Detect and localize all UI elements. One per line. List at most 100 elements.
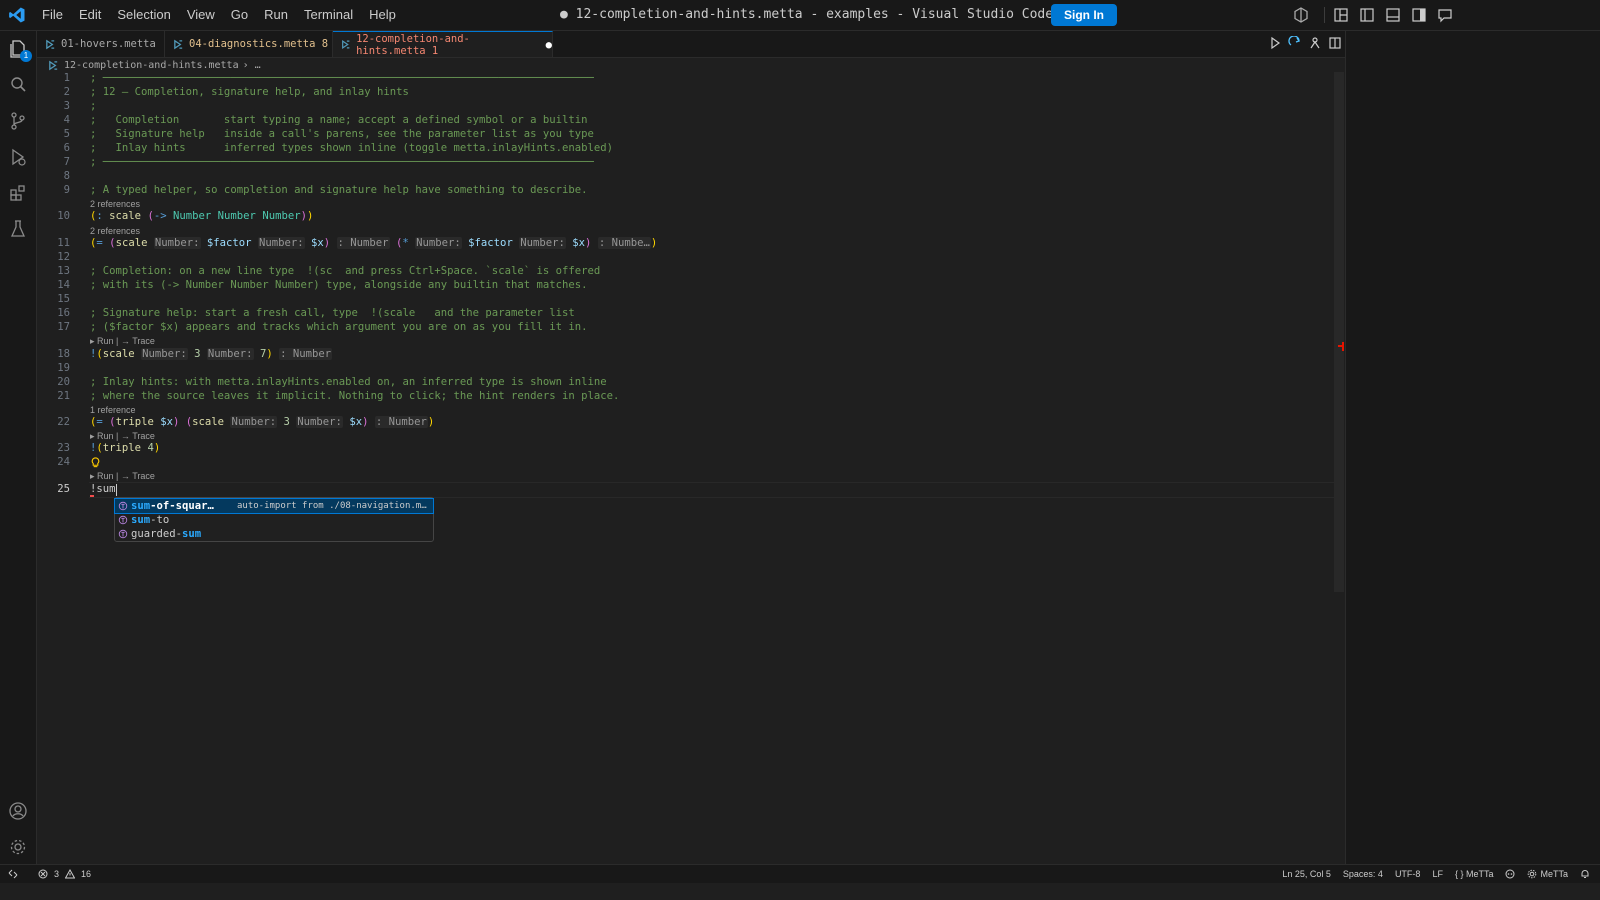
run-file-icon[interactable] <box>1268 36 1282 50</box>
code-lens-references[interactable]: 2 references <box>90 199 140 209</box>
code-line: ; <box>90 100 97 112</box>
toggle-panel-icon[interactable] <box>1384 6 1402 24</box>
toggle-primary-sidebar-icon[interactable] <box>1358 6 1376 24</box>
code-line: (= (scale Number: $factor Number: $x) : … <box>90 237 658 249</box>
language-mode[interactable]: { } MeTTa <box>1455 869 1494 879</box>
explorer-button[interactable]: 1 <box>0 31 36 67</box>
menu-file[interactable]: File <box>34 0 71 30</box>
function-icon <box>118 501 128 511</box>
run-debug-button[interactable] <box>0 139 36 175</box>
code-lens-run-trace[interactable]: ▸ Run | → Trace <box>90 336 155 347</box>
title-separator <box>1324 7 1325 23</box>
line-number: 7 <box>63 156 70 168</box>
menu-run[interactable]: Run <box>256 0 296 30</box>
code-lens-references[interactable]: 2 references <box>90 226 140 236</box>
menu-edit[interactable]: Edit <box>71 0 109 30</box>
code-line: ; Signature help inside a call's parens,… <box>90 128 594 140</box>
copilot-status-icon[interactable] <box>1505 869 1515 879</box>
code-line: ; ──────────────────────────────────────… <box>90 156 594 168</box>
metta-file-icon <box>49 60 58 70</box>
code-lens-run-trace[interactable]: ▸ Run | → Trace <box>90 471 155 482</box>
editor-scrollbar[interactable] <box>1334 72 1344 592</box>
extensions-button[interactable] <box>0 175 36 211</box>
code-lens-run-trace[interactable]: ▸ Run | → Trace <box>90 431 155 442</box>
compare-icon[interactable] <box>1308 36 1322 50</box>
dirty-indicator-icon[interactable]: ● <box>546 39 552 51</box>
breadcrumb-file[interactable]: 12-completion-and-hints.metta <box>64 60 239 71</box>
toggle-secondary-sidebar-icon[interactable] <box>1410 6 1428 24</box>
search-button[interactable] <box>0 67 36 103</box>
code-editor[interactable]: 1 2 3 4 5 6 7 8 9 10 11 12 13 14 15 16 1… <box>37 72 1372 882</box>
source-control-button[interactable] <box>0 103 36 139</box>
copilot-icon[interactable] <box>1292 6 1310 24</box>
line-number: 18 <box>57 348 70 360</box>
line-number: 25 <box>57 483 70 495</box>
tab-completion-and-hints[interactable]: 12-completion-and-hints.metta 1 ● <box>333 31 553 57</box>
accounts-button[interactable] <box>0 793 36 829</box>
error-squiggle <box>90 495 94 497</box>
code-line: ; 12 — Completion, signature help, and i… <box>90 86 409 98</box>
title-actions <box>1292 6 1454 24</box>
split-editor-icon[interactable] <box>1328 36 1342 50</box>
chat-icon[interactable] <box>1436 6 1454 24</box>
lightbulb-icon[interactable] <box>90 457 101 468</box>
line-number: 22 <box>57 416 70 428</box>
indentation[interactable]: Spaces: 4 <box>1343 869 1383 879</box>
tab-diagnostics[interactable]: 04-diagnostics.metta 8 <box>165 31 333 57</box>
line-number: 11 <box>57 237 70 249</box>
code-line: (= (triple $x) (scale Number: 3 Number: … <box>90 416 435 428</box>
encoding[interactable]: UTF-8 <box>1395 869 1421 879</box>
gear-icon <box>1528 869 1537 879</box>
line-number: 20 <box>57 376 70 388</box>
line-number: 23 <box>57 442 70 454</box>
line-number: 24 <box>57 456 70 468</box>
menu-selection[interactable]: Selection <box>109 0 178 30</box>
suggestion-detail: auto-import from ./08-navigation.m… <box>237 501 427 511</box>
suggestion-item[interactable]: guarded-sum <box>115 527 433 541</box>
activity-bar: 1 <box>0 31 37 883</box>
code-line: ; A typed helper, so completion and sign… <box>90 184 588 196</box>
code-line: (: scale (-> Number Number Number)) <box>90 210 314 222</box>
customize-layout-icon[interactable] <box>1332 6 1350 24</box>
menu-go[interactable]: Go <box>223 0 256 30</box>
text-cursor <box>116 484 117 496</box>
suggestion-item[interactable]: sum -to <box>115 513 433 527</box>
tab-hovers[interactable]: 01-hovers.metta <box>37 31 165 57</box>
tab-label: 12-completion-and-hints.metta 1 <box>356 32 470 57</box>
menu-view[interactable]: View <box>179 0 223 30</box>
warning-count[interactable]: 16 <box>81 869 91 879</box>
code-line: !(scale Number: 3 Number: 7) : Number <box>90 348 333 360</box>
line-number: 1 <box>63 72 70 84</box>
menu-help[interactable]: Help <box>361 0 404 30</box>
error-count[interactable]: 3 <box>54 869 59 879</box>
code-lens-references[interactable]: 1 reference <box>90 405 136 415</box>
account-icon <box>9 802 27 820</box>
notifications-bell-icon[interactable] <box>1580 869 1590 879</box>
debug-file-icon[interactable] <box>1288 35 1302 50</box>
manage-button[interactable] <box>0 829 36 865</box>
source-control-icon <box>11 112 25 130</box>
menu-terminal[interactable]: Terminal <box>296 0 361 30</box>
code-line: ; Signature help: start a fresh call, ty… <box>90 307 575 319</box>
line-number: 10 <box>57 210 70 222</box>
secondary-sidebar <box>1345 31 1600 883</box>
line-number: 9 <box>63 184 70 196</box>
tab-label: 04-diagnostics.metta 8 <box>189 38 329 50</box>
line-number: 13 <box>57 265 70 277</box>
line-number: 3 <box>63 100 70 112</box>
cursor-position[interactable]: Ln 25, Col 5 <box>1282 869 1331 879</box>
language-server-status[interactable]: MeTTa <box>1527 869 1568 879</box>
breadcrumb-tail[interactable]: › … <box>243 60 261 71</box>
metta-file-icon <box>342 40 350 49</box>
window-bottom-edge <box>0 883 1600 900</box>
testing-button[interactable] <box>0 211 36 247</box>
sign-in-button[interactable]: Sign In <box>1051 4 1117 26</box>
code-line: !(triple 4) <box>90 442 161 454</box>
function-icon <box>118 529 128 539</box>
remote-icon[interactable] <box>8 869 18 879</box>
code-line: ; ──────────────────────────────────────… <box>90 72 594 84</box>
code-line: ; Inlay hints: with metta.inlayHints.ena… <box>90 376 607 388</box>
end-of-line[interactable]: LF <box>1432 869 1443 879</box>
suggestion-item[interactable]: sum -of-squar… auto-import from ./08-navi… <box>114 498 434 514</box>
beaker-icon <box>10 220 26 237</box>
